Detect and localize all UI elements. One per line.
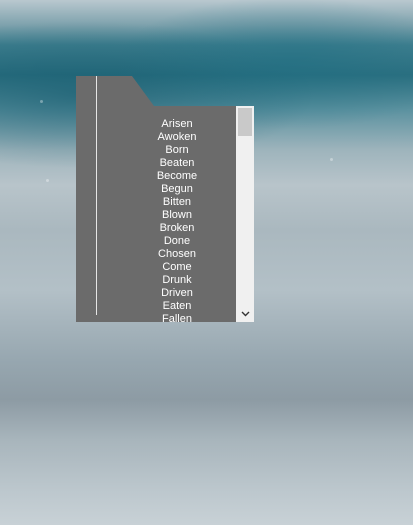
list-item[interactable]: Come — [118, 261, 236, 274]
list-item[interactable]: Awoken — [118, 131, 236, 144]
list-item[interactable]: Done — [118, 235, 236, 248]
list-item[interactable]: Arisen — [118, 118, 236, 131]
list-item[interactable]: Born — [118, 144, 236, 157]
vertical-scrollbar[interactable] — [236, 106, 254, 322]
list-item[interactable]: Driven — [118, 287, 236, 300]
panel-divider-line — [96, 76, 97, 315]
list-item[interactable]: Bitten — [118, 196, 236, 209]
list-item[interactable]: Beaten — [118, 157, 236, 170]
list-item[interactable]: Chosen — [118, 248, 236, 261]
scrollbar-thumb[interactable] — [238, 108, 252, 136]
background-speck — [46, 179, 49, 182]
chevron-down-icon — [241, 311, 250, 317]
list-item[interactable]: Begun — [118, 183, 236, 196]
background-speck — [330, 158, 333, 161]
list-item[interactable]: Become — [118, 170, 236, 183]
list-item[interactable]: Blown — [118, 209, 236, 222]
list-item[interactable]: Broken — [118, 222, 236, 235]
dropdown-list[interactable]: Arisen Awoken Born Beaten Become Begun B… — [118, 106, 236, 322]
scroll-down-button[interactable] — [236, 306, 254, 322]
list-item[interactable]: Fallen — [118, 313, 236, 322]
list-item[interactable]: Eaten — [118, 300, 236, 313]
background-speck — [40, 100, 43, 103]
list-item[interactable]: Drunk — [118, 274, 236, 287]
